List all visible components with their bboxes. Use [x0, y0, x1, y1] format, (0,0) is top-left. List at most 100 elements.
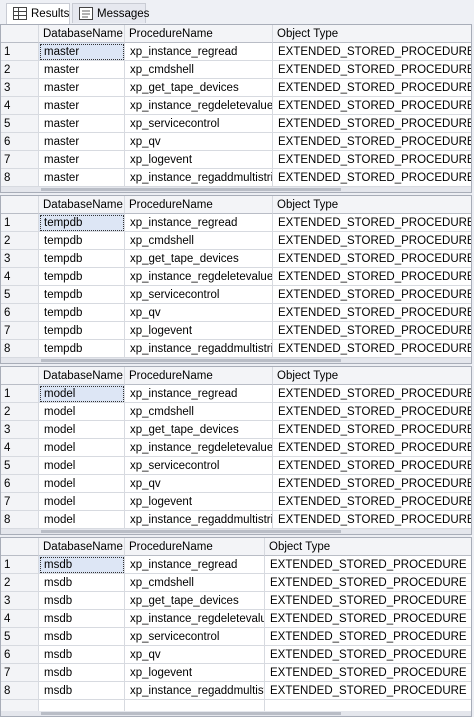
grid-cell[interactable]: EXTENDED_STORED_PROCEDURE	[273, 133, 471, 151]
table-row[interactable]: 1 msdb xp_instance_regread EXTENDED_STORED_…	[1, 556, 471, 574]
grid-cell[interactable]: xp_instance_regread	[125, 214, 273, 232]
column-header[interactable]: DatabaseName	[39, 196, 125, 214]
column-header[interactable]: ProcedureName	[125, 538, 265, 556]
grid-cell[interactable]: EXTENDED_STORED_PROCEDURE	[273, 250, 471, 268]
grid-corner[interactable]	[1, 538, 39, 556]
row-number[interactable]: 2	[1, 61, 39, 79]
grid-cell[interactable]: master	[39, 115, 125, 133]
table-row[interactable]: 3 master xp_get_tape_devices EXTENDED_STORE…	[1, 79, 471, 97]
row-number[interactable]: 5	[1, 115, 39, 133]
grid-cell[interactable]: EXTENDED_STORED_PROCEDURE	[273, 340, 471, 358]
scrollbar-thumb[interactable]	[41, 530, 341, 533]
row-number[interactable]: 8	[1, 682, 39, 700]
grid-cell[interactable]: EXTENDED_STORED_PROCEDURE	[273, 97, 471, 115]
grid-cell[interactable]: xp_servicecontrol	[125, 286, 273, 304]
row-number[interactable]: 3	[1, 79, 39, 97]
grid-cell[interactable]: EXTENDED_STORED_PROCEDURE	[273, 421, 471, 439]
row-number[interactable]: 6	[1, 304, 39, 322]
row-number[interactable]: 5	[1, 286, 39, 304]
result-grid-4[interactable]: DatabaseName ProcedureName Object Type 1 msd…	[0, 537, 472, 717]
grid-cell[interactable]: master	[39, 97, 125, 115]
grid-cell[interactable]: model	[39, 511, 125, 529]
grid-corner[interactable]	[1, 196, 39, 214]
grid-cell[interactable]: xp_instance_regdeletevalue	[125, 610, 265, 628]
table-row[interactable]: 2 master xp_cmdshell EXTENDED_STORED_PROCED…	[1, 61, 471, 79]
grid-cell[interactable]: xp_logevent	[125, 151, 273, 169]
grid-cell[interactable]: tempdb	[39, 268, 125, 286]
grid-cell[interactable]: msdb	[39, 664, 125, 682]
grid-cell[interactable]: msdb	[39, 556, 125, 574]
grid-cell[interactable]: xp_instance_regdeletevalue	[125, 268, 273, 286]
grid-cell[interactable]: xp_servicecontrol	[125, 115, 273, 133]
table-row[interactable]: 7 tempdb xp_logevent EXTENDED_STORED_PROCED…	[1, 322, 471, 340]
grid-cell[interactable]: master	[39, 169, 125, 187]
grid-cell[interactable]: EXTENDED_STORED_PROCEDURE	[273, 322, 471, 340]
grid-cell[interactable]: EXTENDED_STORED_PROCEDURE	[265, 646, 471, 664]
grid-corner[interactable]	[1, 367, 39, 385]
grid-cell[interactable]: model	[39, 403, 125, 421]
table-row[interactable]: 7 model xp_logevent EXTENDED_STORED_PROCEDU…	[1, 493, 471, 511]
grid-cell[interactable]: xp_instance_regread	[125, 385, 273, 403]
grid-cell[interactable]: model	[39, 439, 125, 457]
grid-cell[interactable]: model	[39, 493, 125, 511]
row-number[interactable]: 5	[1, 628, 39, 646]
row-number[interactable]: 7	[1, 664, 39, 682]
grid-cell[interactable]: model	[39, 421, 125, 439]
table-row[interactable]: 6 msdb xp_qv EXTENDED_STORED_PROCEDURE	[1, 646, 471, 664]
row-number[interactable]: 6	[1, 475, 39, 493]
column-header[interactable]: DatabaseName	[39, 25, 125, 43]
row-number[interactable]: 6	[1, 133, 39, 151]
grid-cell[interactable]: xp_get_tape_devices	[125, 79, 273, 97]
grid-cell[interactable]: msdb	[39, 646, 125, 664]
grid-cell[interactable]: xp_cmdshell	[125, 403, 273, 421]
grid-cell[interactable]: xp_get_tape_devices	[125, 421, 273, 439]
grid-cell[interactable]: EXTENDED_STORED_PROCEDURE	[265, 556, 471, 574]
table-row[interactable]: 1 tempdb xp_instance_regread EXTENDED_STORE…	[1, 214, 471, 232]
grid-cell[interactable]: EXTENDED_STORED_PROCEDURE	[265, 664, 471, 682]
column-header[interactable]: ProcedureName	[125, 367, 273, 385]
grid-cell[interactable]: EXTENDED_STORED_PROCEDURE	[273, 214, 471, 232]
result-grid-2[interactable]: DatabaseName ProcedureName Object Type 1 tem…	[0, 195, 472, 364]
grid-cell[interactable]: xp_qv	[125, 646, 265, 664]
grid-cell[interactable]: xp_servicecontrol	[125, 628, 265, 646]
grid-cell[interactable]: EXTENDED_STORED_PROCEDURE	[265, 574, 471, 592]
grid-cell[interactable]: master	[39, 79, 125, 97]
grid-cell[interactable]: xp_instance_regaddmultistring	[125, 511, 273, 529]
grid-cell[interactable]: xp_instance_regaddmultistring	[125, 169, 273, 187]
row-number[interactable]: 2	[1, 574, 39, 592]
grid-cell[interactable]: master	[39, 43, 125, 61]
row-number[interactable]: 4	[1, 610, 39, 628]
row-number[interactable]: 7	[1, 322, 39, 340]
row-number[interactable]: 2	[1, 403, 39, 421]
grid-cell[interactable]: xp_get_tape_devices	[125, 592, 265, 610]
column-header[interactable]: Object Type	[273, 367, 471, 385]
table-row[interactable]: 8 master xp_instance_regaddmultistring EXTE…	[1, 169, 471, 187]
table-row[interactable]: 1 model xp_instance_regread EXTENDED_STORED…	[1, 385, 471, 403]
row-number[interactable]: 6	[1, 646, 39, 664]
column-header[interactable]: ProcedureName	[125, 25, 273, 43]
column-header[interactable]: Object Type	[273, 25, 471, 43]
grid-cell[interactable]: EXTENDED_STORED_PROCEDURE	[273, 403, 471, 421]
horizontal-scrollbar[interactable]	[1, 187, 471, 192]
row-number[interactable]: 8	[1, 169, 39, 187]
grid-cell[interactable]: tempdb	[39, 214, 125, 232]
grid-cell[interactable]: msdb	[39, 628, 125, 646]
table-row[interactable]: 6 tempdb xp_qv EXTENDED_STORED_PROCEDURE	[1, 304, 471, 322]
column-header[interactable]: Object Type	[273, 196, 471, 214]
scrollbar-thumb[interactable]	[41, 188, 341, 191]
horizontal-scrollbar[interactable]	[1, 529, 471, 534]
grid-cell[interactable]: EXTENDED_STORED_PROCEDURE	[265, 610, 471, 628]
grid-cell[interactable]: model	[39, 385, 125, 403]
scrollbar-thumb[interactable]	[41, 712, 341, 715]
horizontal-scrollbar[interactable]	[1, 711, 471, 716]
horizontal-scrollbar[interactable]	[1, 358, 471, 363]
result-grid-3[interactable]: DatabaseName ProcedureName Object Type 1 mod…	[0, 366, 472, 535]
grid-cell[interactable]: xp_cmdshell	[125, 232, 273, 250]
table-row[interactable]: 5 tempdb xp_servicecontrol EXTENDED_STORED_…	[1, 286, 471, 304]
grid-cell[interactable]: tempdb	[39, 304, 125, 322]
grid-cell[interactable]: xp_instance_regdeletevalue	[125, 439, 273, 457]
grid-cell[interactable]: EXTENDED_STORED_PROCEDURE	[273, 385, 471, 403]
table-row[interactable]: 8 tempdb xp_instance_regaddmultistring EXTE…	[1, 340, 471, 358]
grid-cell[interactable]: xp_instance_regread	[125, 43, 273, 61]
grid-cell[interactable]: xp_logevent	[125, 493, 273, 511]
